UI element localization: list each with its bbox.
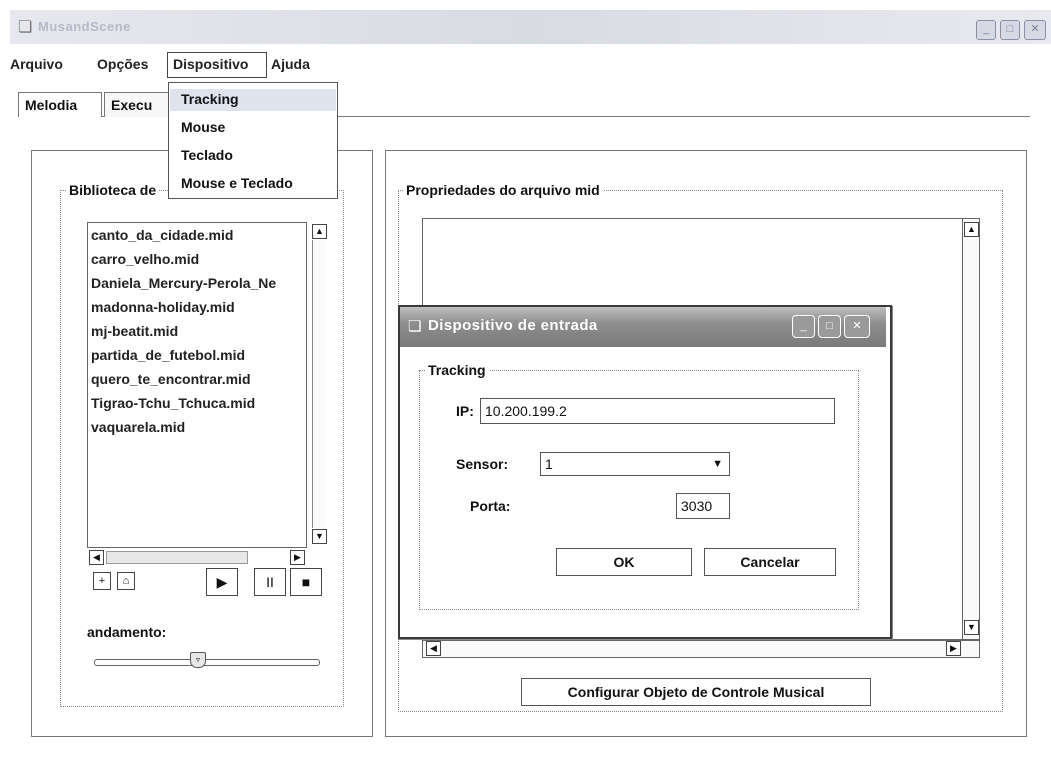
menu-dispositivo[interactable]: Dispositivo [173,56,248,72]
properties-vertical-scrollbar[interactable] [962,218,980,640]
close-icon[interactable]: ✕ [844,315,870,338]
dialog-title: Dispositivo de entrada [428,317,598,334]
scroll-up-icon[interactable]: ▲ [312,224,327,239]
library-title: Biblioteca de [66,182,160,198]
list-item[interactable]: partida_de_futebol.mid [91,347,245,363]
list-horizontal-scroll-thumb[interactable] [106,551,248,564]
scroll-left-icon[interactable]: ◀ [89,550,104,565]
menu-arquivo[interactable]: Arquivo [10,56,63,72]
list-item[interactable]: vaquarela.mid [91,419,185,435]
menu-item-mouse-e-teclado[interactable]: Mouse e Teclado [181,175,293,191]
file-list[interactable]: canto_da_cidade.mid carro_velho.mid Dani… [87,222,307,548]
scroll-left-icon[interactable]: ◀ [426,641,441,656]
window-title-bar[interactable] [10,10,1051,44]
scroll-right-icon[interactable]: ▶ [290,550,305,565]
port-label: Porta: [470,498,511,514]
dispositivo-dropdown: Tracking Mouse Teclado Mouse e Teclado [168,82,338,199]
tempo-label: andamento: [87,624,167,640]
sensor-select[interactable]: 1 ▼ [540,452,730,476]
chevron-down-icon[interactable]: ▼ [712,453,723,475]
app-icon: ❏ [18,19,33,36]
tempo-slider-thumb[interactable]: ▿ [190,652,206,668]
list-item[interactable]: madonna-holiday.mid [91,299,235,315]
play-button[interactable]: ▶ [206,568,238,596]
ok-button[interactable]: OK [556,548,692,576]
dialog-app-icon: ❏ [408,318,422,335]
menu-item-mouse[interactable]: Mouse [181,119,225,135]
cancel-button[interactable]: Cancelar [704,548,836,576]
close-icon[interactable]: ✕ [1024,20,1046,40]
menu-ajuda[interactable]: Ajuda [271,56,310,72]
menu-opcoes[interactable]: Opções [97,56,148,72]
list-item[interactable]: Daniela_Mercury-Perola_Ne [91,275,276,291]
sensor-label: Sensor: [456,456,509,472]
stop-button[interactable]: ■ [290,568,322,596]
properties-title: Propriedades do arquivo mid [403,182,603,198]
window-title: MusandScene [38,19,131,34]
add-file-icon[interactable]: + [93,572,111,590]
ip-field[interactable]: 10.200.199.2 [480,398,835,424]
pause-button[interactable]: II [254,568,286,596]
tracking-group-title: Tracking [425,362,489,378]
menu-item-teclado[interactable]: Teclado [181,147,233,163]
scroll-down-icon[interactable]: ▼ [312,529,327,544]
minimize-icon[interactable]: _ [792,315,815,338]
list-item[interactable]: Tigrao-Tchu_Tchuca.mid [91,395,255,411]
list-item[interactable]: canto_da_cidade.mid [91,227,233,243]
sensor-value: 1 [545,456,553,472]
tab-melodia[interactable]: Melodia [18,92,102,117]
trash-icon[interactable]: ⌂ [117,572,135,590]
maximize-icon[interactable]: □ [818,315,841,338]
configure-music-control-button[interactable]: Configurar Objeto de Controle Musical [521,678,871,706]
list-vertical-scrollbar[interactable] [312,240,326,528]
menu-item-tracking[interactable]: Tracking [181,91,239,107]
minimize-icon[interactable]: _ [976,20,996,40]
list-item[interactable]: carro_velho.mid [91,251,199,267]
scroll-down-icon[interactable]: ▼ [964,620,979,635]
scroll-right-icon[interactable]: ▶ [946,641,961,656]
tempo-slider[interactable] [94,659,320,666]
port-field[interactable]: 3030 [676,493,730,519]
scroll-up-icon[interactable]: ▲ [964,222,979,237]
list-item[interactable]: quero_te_encontrar.mid [91,371,251,387]
maximize-icon[interactable]: □ [1000,20,1020,40]
properties-horizontal-scrollbar[interactable] [422,640,980,658]
ip-label: IP: [456,403,474,419]
list-item[interactable]: mj-beatit.mid [91,323,178,339]
